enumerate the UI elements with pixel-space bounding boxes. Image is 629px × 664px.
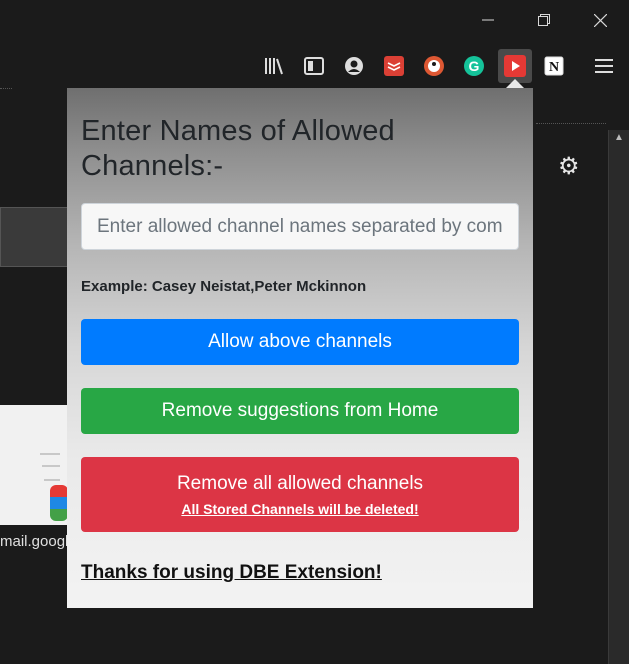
app-icon [50, 485, 68, 521]
restore-icon [538, 14, 550, 26]
close-icon [593, 13, 607, 27]
library-icon [265, 58, 283, 75]
duckduckgo-button[interactable] [420, 52, 448, 80]
background-panel [0, 207, 68, 267]
remove-all-warning: All Stored Channels will be deleted! [181, 500, 419, 517]
scroll-up-icon[interactable]: ▲ [609, 132, 629, 143]
toolbar-divider [0, 88, 12, 89]
popup-pointer [506, 79, 524, 88]
dbe-extension-button[interactable] [498, 49, 532, 83]
todoist-icon [384, 56, 404, 76]
remove-all-channels-button[interactable]: Remove all allowed channels All Stored C… [81, 457, 519, 532]
library-button[interactable] [260, 52, 288, 80]
todoist-button[interactable] [380, 52, 408, 80]
allowed-channels-input[interactable] [81, 203, 519, 250]
background-divider [536, 123, 606, 124]
grammarly-button[interactable]: G [460, 52, 488, 80]
dbe-extension-icon [504, 55, 526, 77]
account-button[interactable] [340, 52, 368, 80]
close-button[interactable] [572, 0, 628, 40]
duckduckgo-icon [424, 56, 444, 76]
background-url-text[interactable]: mail.googl [0, 533, 68, 550]
example-text: Example: Casey Neistat,Peter Mckinnon [81, 278, 367, 295]
gear-icon[interactable]: ⚙ [558, 152, 580, 181]
minimize-icon [482, 19, 494, 21]
menu-icon [595, 59, 613, 73]
menu-button[interactable] [590, 52, 618, 80]
remove-suggestions-label: Remove suggestions from Home [161, 400, 439, 421]
svg-text:N: N [549, 60, 559, 75]
svg-text:G: G [469, 58, 480, 74]
thanks-link[interactable]: Thanks for using DBE Extension! [81, 562, 519, 584]
minimize-button[interactable] [460, 0, 516, 40]
remove-suggestions-button[interactable]: Remove suggestions from Home [81, 388, 519, 434]
grammarly-icon: G [464, 56, 484, 76]
notion-icon: N [544, 56, 564, 76]
restore-button[interactable] [516, 0, 572, 40]
allow-channels-button[interactable]: Allow above channels [81, 319, 519, 365]
sidebar-icon [304, 57, 324, 75]
scrollbar[interactable]: ▲ [608, 130, 629, 664]
allow-channels-label: Allow above channels [208, 331, 392, 352]
account-icon [345, 57, 363, 75]
sidebar-button[interactable] [300, 52, 328, 80]
remove-all-channels-label: Remove all allowed channels [176, 472, 424, 494]
popup-title: Enter Names of Allowed Channels:- [81, 115, 395, 182]
background-thumbnail[interactable] [0, 405, 68, 525]
extension-popup: Enter Names of Allowed Channels:- Exampl… [67, 88, 533, 608]
notion-button[interactable]: N [540, 52, 568, 80]
